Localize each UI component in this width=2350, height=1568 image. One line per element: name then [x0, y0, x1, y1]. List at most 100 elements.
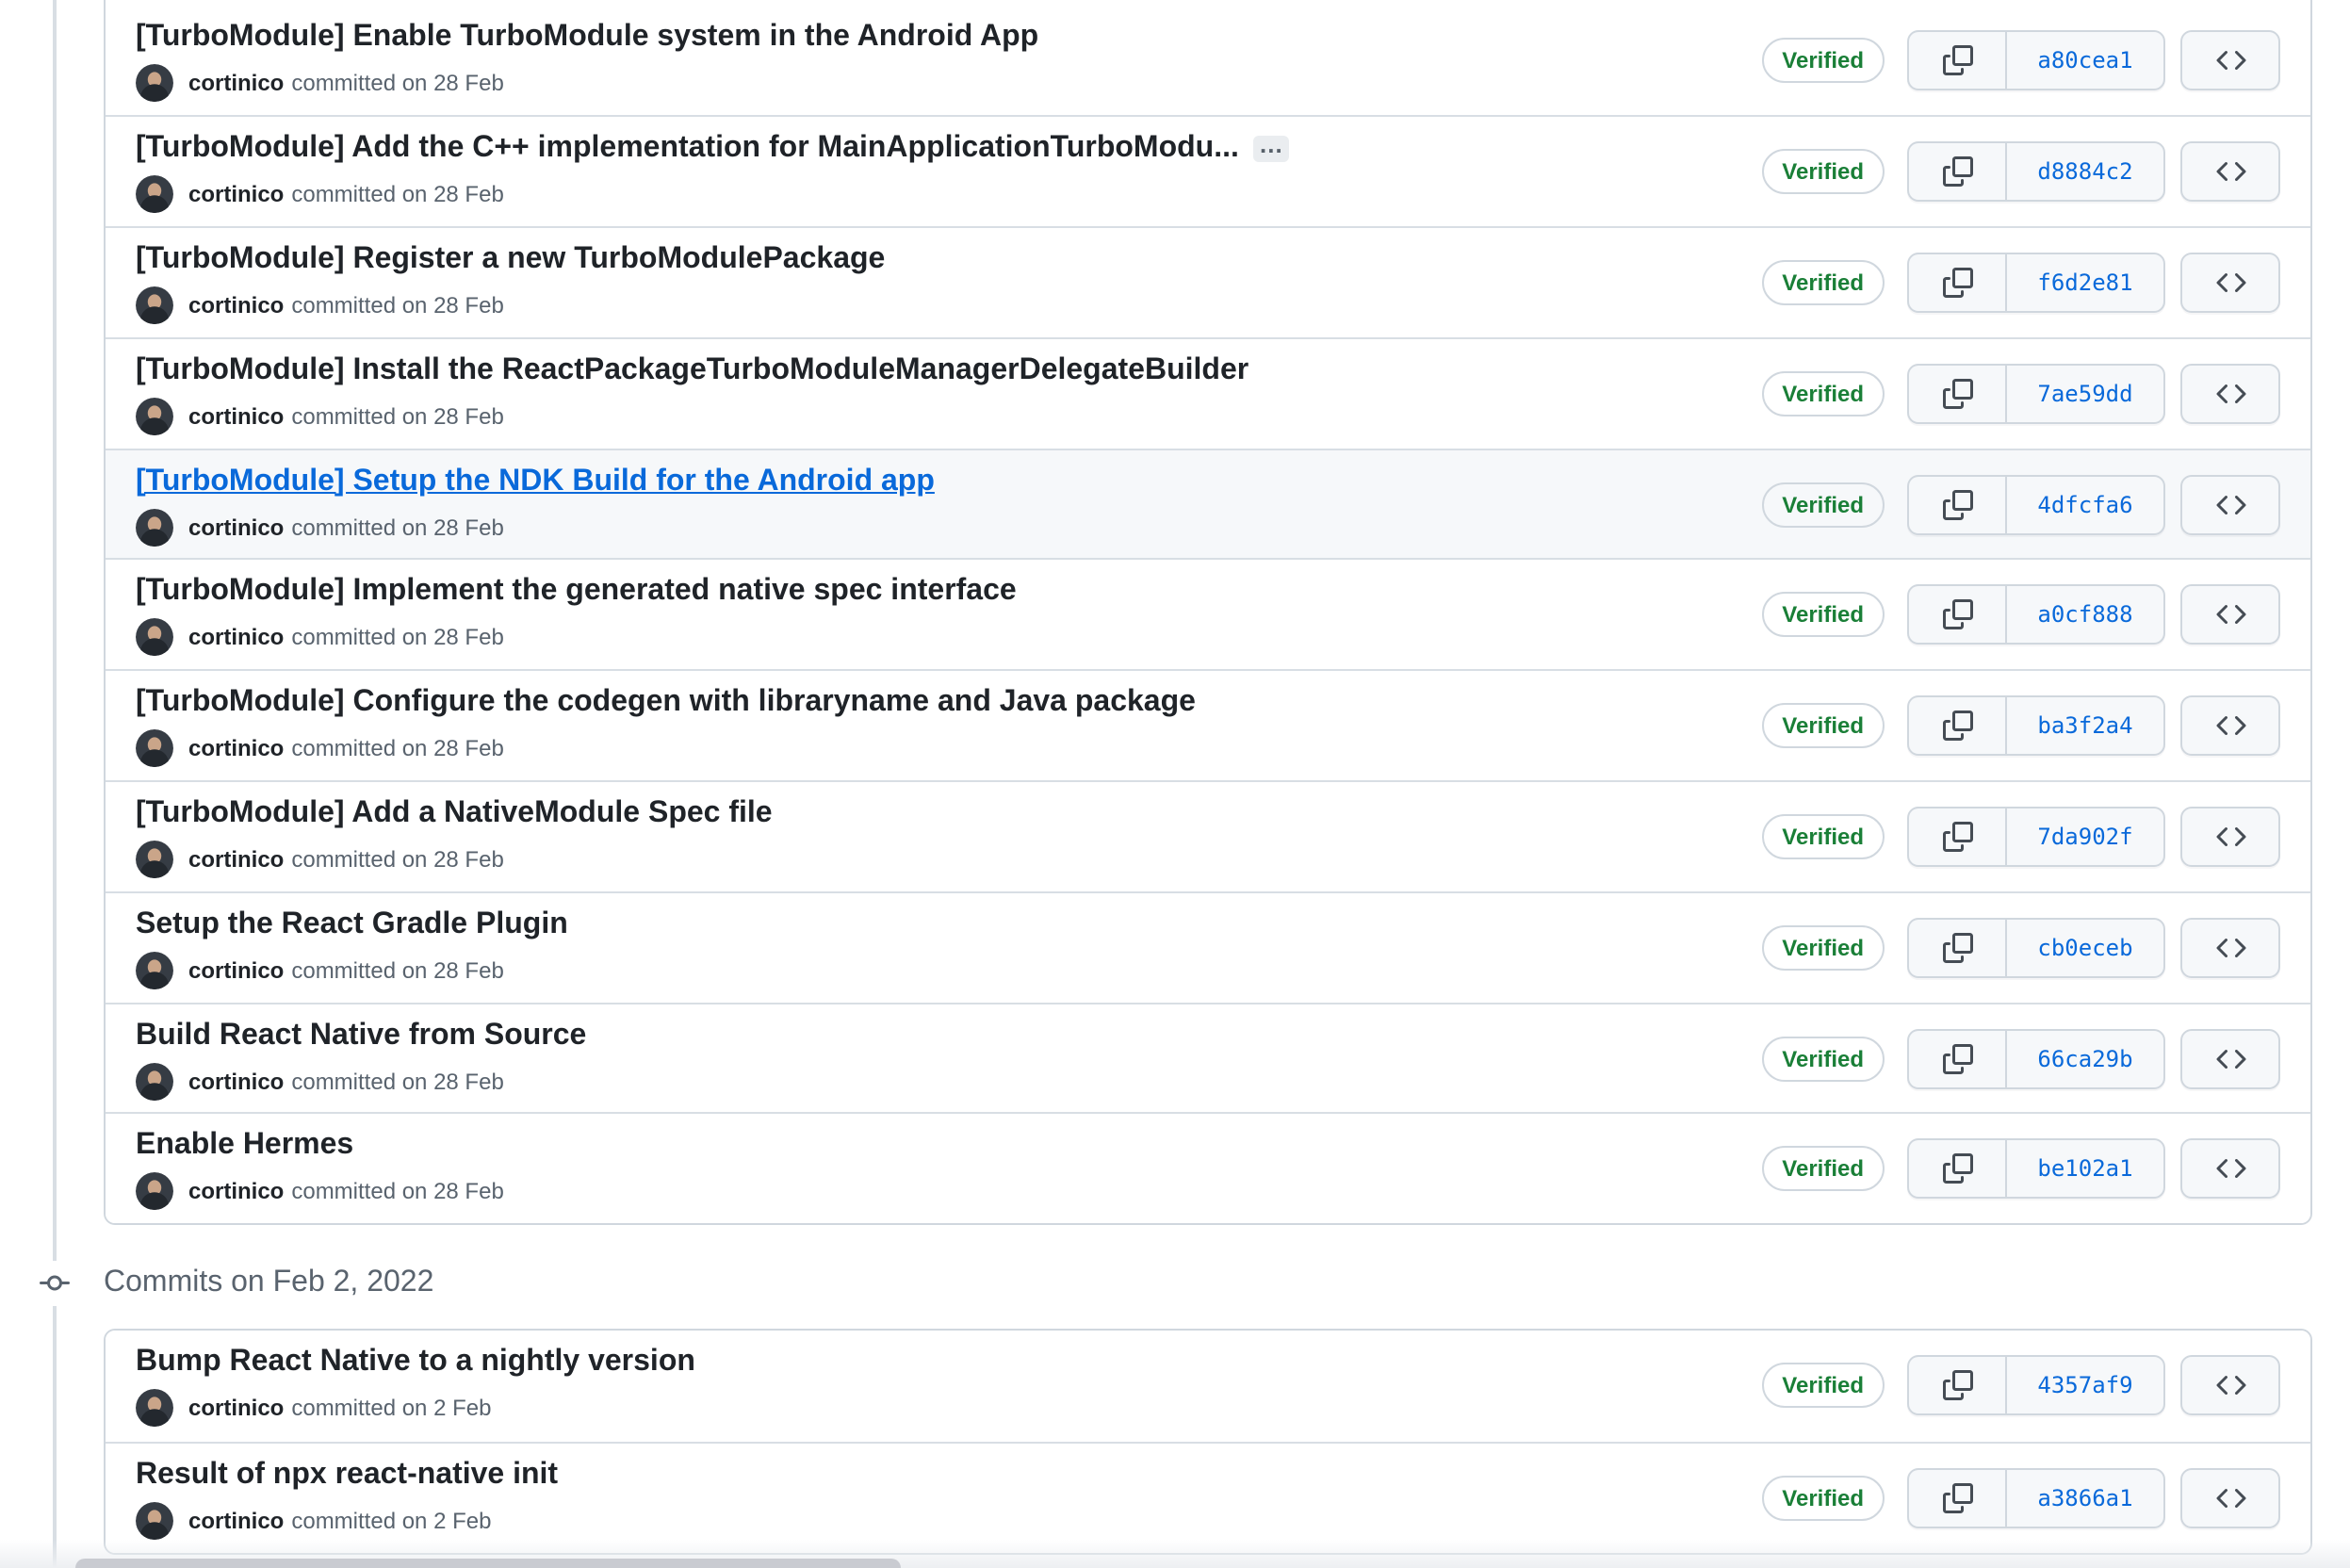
commit-sha-link[interactable]: 7da902f	[2005, 806, 2165, 867]
commit-sha-link[interactable]: 7ae59dd	[2005, 363, 2165, 424]
verified-badge[interactable]: Verified	[1761, 703, 1885, 749]
copy-sha-button[interactable]	[1907, 1355, 2005, 1416]
author-avatar[interactable]	[136, 1062, 173, 1101]
author-avatar[interactable]	[136, 286, 173, 324]
author-avatar[interactable]	[136, 1172, 173, 1211]
verified-badge[interactable]: Verified	[1761, 37, 1885, 83]
verified-badge[interactable]: Verified	[1761, 370, 1885, 416]
commit-title-link[interactable]: Build React Native from Source	[136, 1019, 586, 1051]
commit-sha-link[interactable]: a0cf888	[2005, 584, 2165, 645]
copy-sha-button[interactable]	[1907, 252, 2005, 313]
commit-sha-link[interactable]: cb0eceb	[2005, 917, 2165, 978]
author-avatar[interactable]	[136, 840, 173, 878]
browse-code-button[interactable]	[2180, 1467, 2280, 1528]
commit-title-link[interactable]: Result of npx react-native init	[136, 1458, 558, 1490]
browse-code-button[interactable]	[2180, 584, 2280, 645]
browse-code-button[interactable]	[2180, 1028, 2280, 1089]
copy-sha-button[interactable]	[1907, 584, 2005, 645]
browse-code-button[interactable]	[2180, 29, 2280, 90]
author-avatar[interactable]	[136, 175, 173, 214]
browse-code-button[interactable]	[2180, 1355, 2280, 1416]
author-avatar[interactable]	[136, 1389, 173, 1428]
author-avatar[interactable]	[136, 618, 173, 657]
browse-code-button[interactable]	[2180, 363, 2280, 424]
author-avatar[interactable]	[136, 508, 173, 547]
verified-badge[interactable]: Verified	[1761, 482, 1885, 528]
commit-title-link[interactable]: [TurboModule] Configure the codegen with…	[136, 686, 1196, 718]
author-avatar[interactable]	[136, 63, 173, 102]
commit-title-link[interactable]: [TurboModule] Register a new TurboModule…	[136, 243, 885, 275]
verified-badge[interactable]: Verified	[1761, 259, 1885, 305]
commit-sha-link[interactable]: ba3f2a4	[2005, 695, 2165, 757]
author-link[interactable]: cortinico	[188, 64, 284, 102]
copy-sha-button[interactable]	[1907, 29, 2005, 90]
commit-sha-link[interactable]: 4357af9	[2005, 1355, 2165, 1416]
author-link[interactable]: cortinico	[188, 1390, 284, 1428]
commit-title-link[interactable]: Enable Hermes	[136, 1130, 353, 1162]
author-link[interactable]: cortinico	[188, 729, 284, 767]
commit-title-link[interactable]: [TurboModule] Add the C++ implementation…	[136, 132, 1239, 164]
browse-code-button[interactable]	[2180, 252, 2280, 313]
verified-badge[interactable]: Verified	[1761, 1146, 1885, 1192]
author-link[interactable]: cortinico	[188, 841, 284, 878]
copy-sha-button[interactable]	[1907, 141, 2005, 203]
browse-code-button[interactable]	[2180, 806, 2280, 867]
commit-title-link[interactable]: [TurboModule] Add a NativeModule Spec fi…	[136, 797, 773, 829]
commit-title-link[interactable]: [TurboModule] Enable TurboModule system …	[136, 21, 1038, 53]
browse-code-button[interactable]	[2180, 695, 2280, 757]
verified-badge[interactable]: Verified	[1761, 1363, 1885, 1409]
commit-title-link[interactable]: Setup the React Gradle Plugin	[136, 908, 568, 940]
commit-title-link[interactable]: [TurboModule] Setup the NDK Build for th…	[136, 465, 935, 497]
copy-sha-button[interactable]	[1907, 917, 2005, 978]
code-icon	[2215, 156, 2245, 187]
author-avatar[interactable]	[136, 1501, 173, 1540]
browse-code-button[interactable]	[2180, 917, 2280, 978]
commit-title-link[interactable]: [TurboModule] Implement the generated na…	[136, 576, 1017, 608]
copy-sha-button[interactable]	[1907, 474, 2005, 535]
commit-row: [TurboModule] Register a new TurboModule…	[106, 226, 2310, 337]
author-link[interactable]: cortinico	[188, 175, 284, 213]
author-link[interactable]: cortinico	[188, 286, 284, 324]
author-avatar[interactable]	[136, 951, 173, 989]
commit-sha-link[interactable]: f6d2e81	[2005, 252, 2165, 313]
code-icon	[2215, 379, 2245, 409]
author-link[interactable]: cortinico	[188, 1173, 284, 1211]
browse-code-button[interactable]	[2180, 141, 2280, 203]
author-link[interactable]: cortinico	[188, 1501, 284, 1539]
author-link[interactable]: cortinico	[188, 508, 284, 546]
verified-badge[interactable]: Verified	[1761, 1475, 1885, 1521]
author-avatar[interactable]	[136, 729, 173, 768]
copy-sha-button[interactable]	[1907, 1138, 2005, 1200]
copy-sha-button[interactable]	[1907, 1028, 2005, 1089]
browse-code-button[interactable]	[2180, 1138, 2280, 1200]
commit-sha-link[interactable]: 66ca29b	[2005, 1028, 2165, 1089]
commit-sha-link[interactable]: d8884c2	[2005, 141, 2165, 203]
commit-title-link[interactable]: [TurboModule] Install the ReactPackageTu…	[136, 354, 1248, 386]
copy-sha-button[interactable]	[1907, 806, 2005, 867]
copy-sha-button[interactable]	[1907, 363, 2005, 424]
commit-sha-link[interactable]: 4dfcfa6	[2005, 474, 2165, 535]
copy-sha-button[interactable]	[1907, 1467, 2005, 1528]
expand-commit-message-button[interactable]: …	[1253, 132, 1290, 162]
author-link[interactable]: cortinico	[188, 952, 284, 989]
code-icon	[2215, 1482, 2245, 1512]
commit-title-link[interactable]: Bump React Native to a nightly version	[136, 1347, 695, 1379]
author-link[interactable]: cortinico	[188, 1062, 284, 1100]
commit-meta: cortinico committed on 28 Feb	[136, 1062, 586, 1101]
commit-sha-link[interactable]: be102a1	[2005, 1138, 2165, 1200]
code-icon	[2215, 489, 2245, 519]
copy-sha-button[interactable]	[1907, 695, 2005, 757]
author-link[interactable]: cortinico	[188, 398, 284, 435]
verified-badge[interactable]: Verified	[1761, 813, 1885, 859]
browse-code-button[interactable]	[2180, 474, 2280, 535]
verified-badge[interactable]: Verified	[1761, 592, 1885, 638]
author-link[interactable]: cortinico	[188, 619, 284, 657]
commit-meta: cortinico committed on 28 Feb	[136, 63, 1038, 102]
commit-title: [TurboModule] Add the C++ implementation…	[136, 130, 1290, 168]
commit-sha-link[interactable]: a3866a1	[2005, 1467, 2165, 1528]
verified-badge[interactable]: Verified	[1761, 149, 1885, 195]
author-avatar[interactable]	[136, 397, 173, 435]
verified-badge[interactable]: Verified	[1761, 924, 1885, 971]
verified-badge[interactable]: Verified	[1761, 1036, 1885, 1082]
commit-sha-link[interactable]: a80cea1	[2005, 29, 2165, 90]
